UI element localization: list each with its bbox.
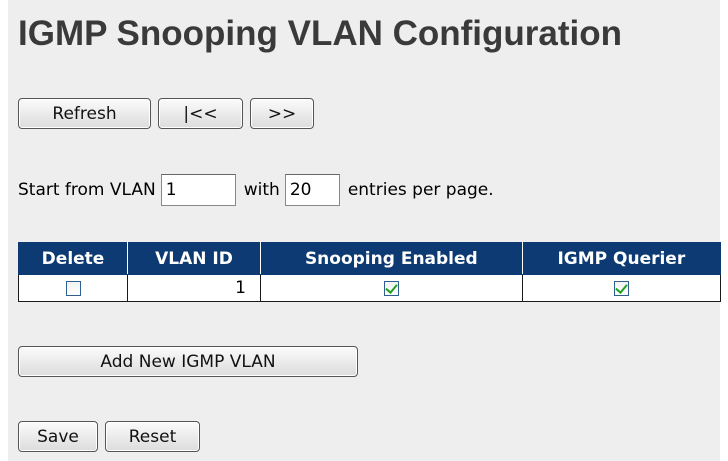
start-from-label: Start from VLAN — [18, 180, 156, 200]
vlan-id-cell: 1 — [127, 274, 261, 302]
first-page-button[interactable]: |<< — [158, 98, 243, 129]
table-row: 1 — [18, 274, 722, 302]
entries-suffix-label: entries per page. — [347, 180, 494, 200]
header-delete: Delete — [18, 242, 128, 275]
delete-cell — [18, 274, 128, 302]
reset-button[interactable]: Reset — [105, 421, 200, 452]
save-button[interactable]: Save — [18, 421, 98, 452]
next-page-button[interactable]: >> — [250, 98, 314, 129]
header-vlan-id: VLAN ID — [127, 242, 261, 275]
igmp-querier-checkbox[interactable] — [613, 280, 629, 296]
snooping-enabled-checkbox[interactable] — [383, 280, 399, 296]
start-vlan-input[interactable] — [160, 174, 236, 206]
delete-checkbox[interactable] — [65, 280, 81, 296]
paging-controls: Start from VLAN with entries per page. — [18, 174, 494, 206]
header-igmp-querier: IGMP Querier — [521, 242, 722, 275]
igmp-vlan-table: Delete VLAN ID Snooping Enabled IGMP Que… — [18, 242, 722, 302]
page-title: IGMP Snooping VLAN Configuration — [18, 14, 623, 53]
with-label: with — [243, 180, 280, 200]
table-header-row: Delete VLAN ID Snooping Enabled IGMP Que… — [18, 242, 722, 275]
header-snooping-enabled: Snooping Enabled — [260, 242, 523, 275]
content-panel: IGMP Snooping VLAN Configuration Refresh… — [8, 0, 722, 461]
refresh-button[interactable]: Refresh — [18, 98, 151, 129]
snooping-enabled-cell — [260, 274, 523, 302]
add-new-igmp-vlan-button[interactable]: Add New IGMP VLAN — [18, 346, 358, 377]
igmp-querier-cell — [521, 274, 722, 302]
entries-per-page-input[interactable] — [284, 174, 340, 206]
